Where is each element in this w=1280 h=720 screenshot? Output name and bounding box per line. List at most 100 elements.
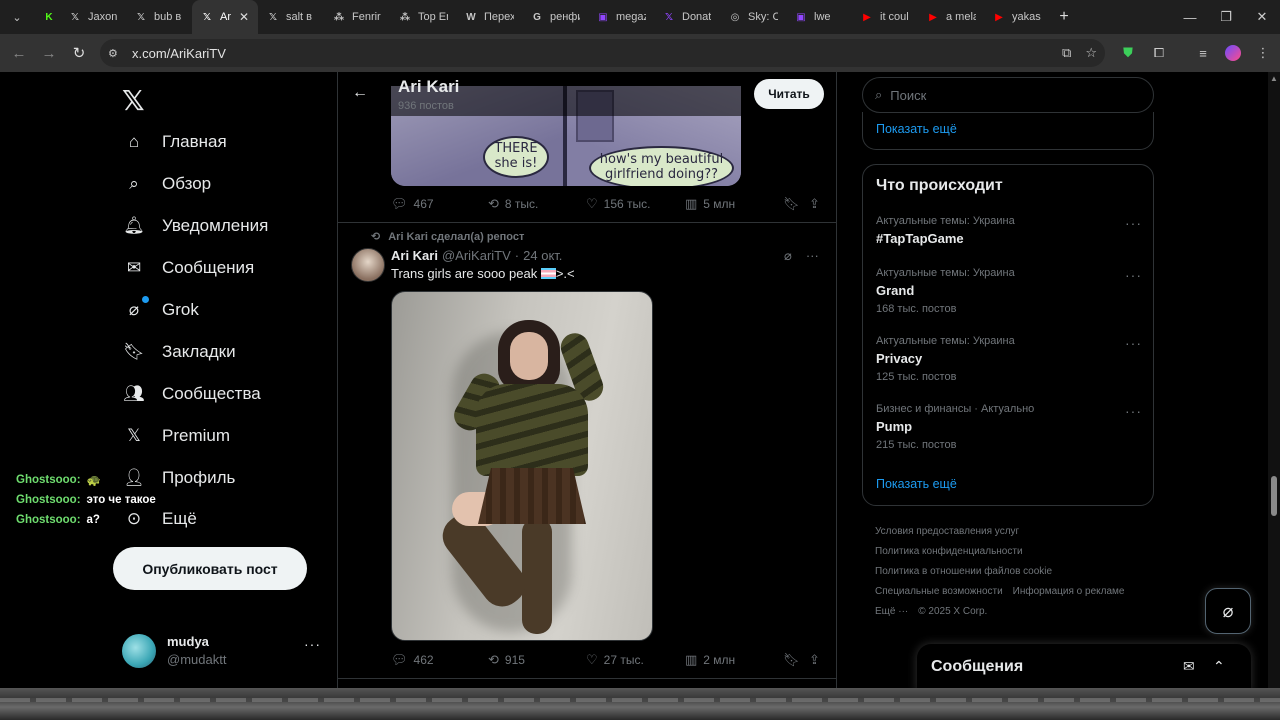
site-settings-icon[interactable]: ⚙: [108, 47, 126, 60]
footer-link[interactable]: Политика конфиденциальности: [875, 546, 1023, 557]
extensions-puzzle-icon[interactable]: ⧠: [1146, 34, 1172, 72]
browser-tab[interactable]: ◎ Sky: C: [720, 0, 786, 34]
browser-toolbar: ← → ↻ ⚙ x.com/AriKariTV ⧉ ☆ ⛊ ⧠ ≡ ⋮: [0, 34, 1280, 72]
repost-indicator[interactable]: ⟲ Ari Kari сделал(а) репост: [371, 230, 524, 244]
nav-item-7[interactable]: 𝕏 Premium: [122, 418, 230, 454]
footer-link[interactable]: © 2025 X Corp.: [918, 606, 987, 617]
footer-link[interactable]: Условия предоставления услуг: [875, 526, 1019, 537]
show-more-link[interactable]: Показать ещё: [876, 477, 957, 491]
reload-icon[interactable]: ↻: [64, 38, 94, 68]
browser-menu-icon[interactable]: ⋮: [1250, 34, 1276, 72]
reply-button[interactable]: 💬︎ 462: [391, 650, 434, 670]
like-button[interactable]: ♡ 156 тыс.: [586, 194, 650, 214]
share-button[interactable]: ⇪: [809, 650, 820, 670]
footer-link[interactable]: Специальные возможности: [875, 586, 1003, 597]
footer-link[interactable]: Информация о рекламе: [1013, 586, 1125, 597]
nav-item-5[interactable]: 🔖︎ Закладки: [122, 334, 235, 370]
share-button[interactable]: ⇪: [809, 194, 820, 214]
reply-button[interactable]: 💬︎ 467: [391, 194, 434, 214]
back-arrow-icon[interactable]: ←: [352, 84, 368, 102]
nav-item-1[interactable]: ⌕ Обзор: [122, 166, 211, 202]
tab-list-chevron-icon[interactable]: ⌄: [0, 0, 34, 34]
messages-drawer[interactable]: Сообщения ✉ ⌃: [917, 644, 1251, 692]
adblock-shield-icon[interactable]: ⛊: [1115, 34, 1141, 72]
page-scrollbar[interactable]: ▲: [1268, 72, 1280, 688]
wikipedia-icon: W: [466, 11, 476, 23]
trend-count: 215 тыс. постов: [876, 439, 957, 451]
browser-tab[interactable]: ▣ megaz: [588, 0, 654, 34]
bookmark-button[interactable]: 🔖︎: [783, 194, 800, 214]
repost-button[interactable]: ⟲ 915: [488, 650, 525, 670]
browser-tab[interactable]: 𝕏bub в: [126, 0, 192, 34]
more-dots-icon[interactable]: ···: [304, 636, 321, 652]
browser-tab[interactable]: 𝕏 Jaxonk: [60, 0, 126, 34]
trend-item[interactable]: Актуальные темы: Украина Grand 168 тыс. по…: [876, 267, 1142, 315]
browser-tab[interactable]: Gренфи: [522, 0, 588, 34]
more-dots-icon[interactable]: ···: [1125, 403, 1142, 419]
media-queue-icon[interactable]: ≡: [1190, 34, 1216, 72]
install-app-icon[interactable]: ⧉: [1062, 45, 1071, 61]
browser-tab[interactable]: 𝕏 Ar ✕: [192, 0, 258, 34]
minimize-icon[interactable]: —: [1172, 0, 1208, 34]
browser-tab[interactable]: ▶ a mela: [918, 0, 984, 34]
bookmark-button[interactable]: 🔖︎: [783, 650, 800, 670]
browser-tab[interactable]: ▶ it coul: [852, 0, 918, 34]
repost-button[interactable]: ⟲ 8 тыс.: [488, 194, 538, 214]
browser-tab[interactable]: ⁂ Top En: [390, 0, 456, 34]
grok-floating-button[interactable]: ⌀: [1205, 588, 1251, 634]
scrollbar-thumb[interactable]: [1271, 476, 1277, 516]
grok-icon[interactable]: ⌀: [784, 248, 792, 264]
url-text[interactable]: x.com/AriKariTV: [132, 46, 226, 61]
expand-chevrons-icon[interactable]: ⌃: [1213, 658, 1225, 675]
avatar[interactable]: [351, 248, 385, 282]
show-more-link[interactable]: Показать ещё: [876, 122, 957, 136]
nav-item-4[interactable]: ⌀ Grok: [122, 292, 199, 328]
follow-button[interactable]: Читать: [754, 79, 824, 109]
browser-tab[interactable]: W Перех: [456, 0, 522, 34]
more-dots-icon[interactable]: ···: [1125, 267, 1142, 283]
dot-separator: ·: [514, 248, 520, 263]
x-logo-icon[interactable]: 𝕏: [122, 84, 145, 117]
like-button[interactable]: ♡ 27 тыс.: [586, 650, 644, 670]
new-tab-button[interactable]: +: [1050, 8, 1078, 26]
browser-tab[interactable]: ▶ yakas: [984, 0, 1050, 34]
author-name[interactable]: Ari Kari: [391, 248, 438, 263]
new-message-icon[interactable]: ✉: [1183, 658, 1195, 675]
scroll-up-icon[interactable]: ▲: [1270, 74, 1278, 83]
forward-arrow-icon[interactable]: →: [34, 38, 64, 68]
more-dots-icon[interactable]: ···: [1125, 215, 1142, 231]
address-bar[interactable]: ⚙ x.com/AriKariTV ⧉ ☆: [100, 39, 1105, 67]
trend-item[interactable]: Бизнес и финансы · Актуально Pump 215 тыс.…: [876, 403, 1142, 451]
close-window-icon[interactable]: ✕: [1244, 0, 1280, 34]
trend-item[interactable]: Актуальные темы: Украина #TapTapGame ···: [876, 215, 1142, 246]
browser-tab[interactable]: ▣ lwe: [786, 0, 852, 34]
tweet-image-photo[interactable]: [391, 291, 653, 641]
post-button[interactable]: Опубликовать пост: [113, 547, 307, 590]
footer-link[interactable]: Политика в отношении файлов cookie: [875, 566, 1052, 577]
more-dots-icon[interactable]: ···: [806, 248, 819, 264]
speech-bubble: how's my beautiful girlfriend doing??: [589, 146, 734, 186]
browser-tab[interactable]: K: [34, 0, 60, 34]
more-dots-icon[interactable]: ···: [1125, 335, 1142, 351]
views-button[interactable]: ▥ 2 млн: [685, 650, 735, 670]
profile-avatar-icon[interactable]: [1220, 34, 1246, 72]
account-switcher[interactable]: mudya @mudaktt ···: [122, 632, 322, 672]
back-arrow-icon[interactable]: ←: [4, 38, 34, 68]
browser-tab[interactable]: 𝕏salt в: [258, 0, 324, 34]
author-handle[interactable]: @AriKariTV: [442, 248, 511, 263]
browser-tab[interactable]: ⁂ Fenrir: [324, 0, 390, 34]
footer-link[interactable]: Ещё ···: [875, 606, 908, 617]
bookmark-star-icon[interactable]: ☆: [1085, 45, 1097, 61]
trend-count: 168 тыс. постов: [876, 303, 957, 315]
nav-item-0[interactable]: ⌂ Главная: [122, 124, 227, 160]
nav-item-2[interactable]: 🔔︎ Уведомления: [122, 208, 268, 244]
search-input[interactable]: ⌕ Поиск: [862, 77, 1154, 113]
tweet-date[interactable]: 24 окт.: [523, 248, 562, 263]
trend-item[interactable]: Актуальные темы: Украина Privacy 125 тыс. …: [876, 335, 1142, 383]
nav-item-3[interactable]: ✉ Сообщения: [122, 250, 254, 286]
views-button[interactable]: ▥ 5 млн: [685, 194, 735, 214]
nav-item-6[interactable]: 👥︎ Сообщества: [122, 376, 261, 412]
close-tab-icon[interactable]: ✕: [239, 10, 249, 24]
browser-tab[interactable]: 𝕏 Donat: [654, 0, 720, 34]
restore-icon[interactable]: ❐: [1208, 0, 1244, 34]
